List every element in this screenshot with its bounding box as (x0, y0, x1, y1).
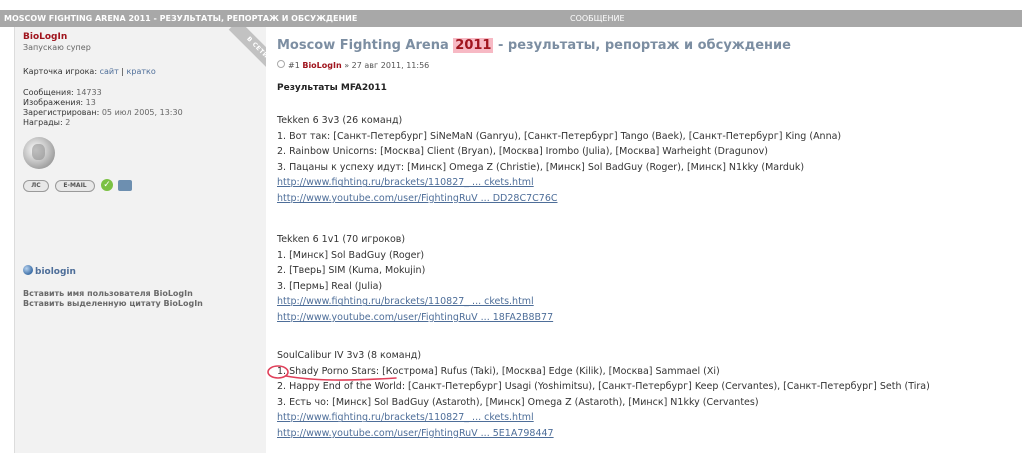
tekken-1v1-section: Tekken 6 1v1 (70 игроков) 1. [Минск] Sol… (277, 232, 553, 326)
insert-actions: Вставить имя пользователя BioLogIn Встав… (23, 289, 203, 309)
stat-registered: Зарегистрирован: 05 июл 2005, 13:30 (23, 108, 183, 117)
author-profile-panel: В СЕТИ BioLogIn Запускаю супер Карточка … (14, 27, 266, 453)
youtube-link[interactable]: http://www.youtube.com/user/FightingRuV … (277, 312, 553, 323)
message-column-label: СООБЩЕНИЕ (570, 14, 625, 23)
tekken-3v3-section: Tekken 6 3v3 (26 команд) 1. Вот так: [Са… (277, 113, 841, 207)
youtube-link[interactable]: http://www.youtube.com/user/FightingRuV … (277, 193, 558, 204)
result-line: 1. [Минск] Sol BadGuy (Roger) (277, 249, 425, 261)
result-line: 1. Вот так: [Санкт-Петербург] SiNeMaN (G… (277, 130, 842, 142)
post-date: 27 авг 2011, 11:56 (351, 61, 430, 70)
stat-posts: Сообщения: 14733 (23, 88, 102, 97)
post-body: Moscow Fighting Arena 2011 - результаты,… (277, 27, 1022, 453)
post-author[interactable]: BioLogIn (302, 61, 341, 70)
result-line: 3. Есть чо: [Минск] Sol BadGuy (Astaroth… (277, 396, 759, 408)
player-card: Карточка игрока: сайт | кратко (23, 67, 156, 76)
avatar[interactable] (23, 137, 55, 169)
pm-button[interactable]: ЛС (23, 180, 49, 192)
post-meta: #1 BioLogIn » 27 авг 2011, 11:56 (277, 60, 429, 70)
author-site-link[interactable]: biologin (23, 265, 76, 277)
insert-quote-link[interactable]: Вставить выделенную цитату BioLogIn (23, 299, 203, 309)
player-card-site-link[interactable]: сайт (100, 67, 119, 76)
player-card-label: Карточка игрока: (23, 67, 98, 76)
section-title: Tekken 6 3v3 (26 команд) (277, 115, 403, 126)
brackets-link[interactable]: http://www.fighting.ru/brackets/110827_ … (277, 412, 534, 423)
icq-icon[interactable]: ✓ (101, 179, 113, 191)
youtube-link[interactable]: http://www.youtube.com/user/FightingRuV … (277, 428, 554, 439)
online-ribbon: В СЕТИ (228, 27, 266, 77)
brackets-link[interactable]: http://www.fighting.ru/brackets/110827_ … (277, 296, 534, 307)
author-stats: Сообщения: 14733 Изображения: 13 Зарегис… (23, 88, 183, 128)
topic-header-bar: MOSCOW FIGHTING ARENA 2011 - РЕЗУЛЬТАТЫ,… (0, 10, 1022, 27)
author-username[interactable]: BioLogIn (23, 32, 67, 42)
post-number[interactable]: #1 (288, 61, 300, 70)
result-line: 2. Happy End of the World: [Санкт-Петерб… (277, 381, 930, 393)
player-card-brief-link[interactable]: кратко (127, 67, 156, 76)
result-line: 2. Rainbow Unicorns: [Москва] Client (Br… (277, 146, 768, 158)
author-rank: Запускаю супер (23, 43, 91, 52)
result-line: 3. [Пермь] Real (Julia) (277, 280, 383, 292)
topic-title-header: MOSCOW FIGHTING ARENA 2011 - РЕЗУЛЬТАТЫ,… (4, 14, 358, 23)
post-icon[interactable] (277, 60, 285, 68)
brackets-link[interactable]: http://www.fighting.ru/brackets/110827_ … (277, 177, 534, 188)
stat-awards: Награды: 2 (23, 118, 71, 127)
section-title: Tekken 6 1v1 (70 игроков) (277, 234, 406, 245)
result-line: 2. [Тверь] SIM (Kuma, Mokujin) (277, 265, 426, 277)
result-line: 3. Пацаны к успеху идут: [Минск] Omega Z… (277, 161, 805, 173)
soulcalibur-3v3-section: SoulCalibur IV 3v3 (8 команд) 1. Shady P… (277, 348, 930, 442)
stat-images: Изображения: 13 (23, 98, 96, 107)
results-heading: Результаты MFA2011 (277, 83, 387, 93)
result-line: 1. Shady Porno Stars: [Кострома] Rufus (… (277, 365, 720, 377)
player-card-separator: | (121, 67, 124, 76)
insert-username-link[interactable]: Вставить имя пользователя BioLogIn (23, 289, 203, 299)
folder-icon[interactable] (118, 180, 132, 191)
email-button[interactable]: E-MAIL (55, 180, 95, 192)
post-title[interactable]: Moscow Fighting Arena 2011 - результаты,… (277, 38, 791, 53)
globe-icon (23, 265, 33, 275)
section-title: SoulCalibur IV 3v3 (8 команд) (277, 350, 422, 361)
search-highlight: 2011 (453, 38, 494, 53)
